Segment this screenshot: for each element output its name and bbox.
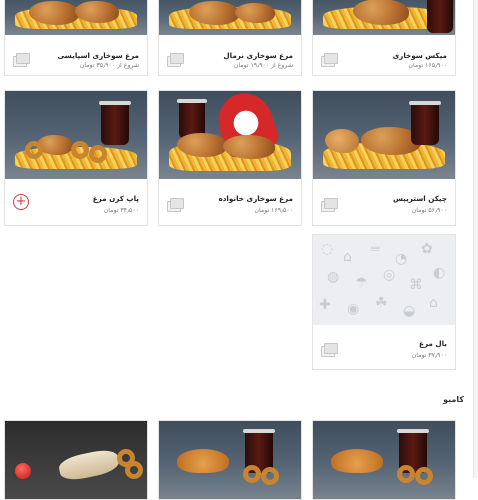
product-price: شروع از ۳۵٫۹۰۰ تومان <box>79 62 139 69</box>
page-scroll-edge <box>473 0 478 478</box>
add-to-cart-plus-icon[interactable]: + <box>13 194 29 210</box>
product-title: مرغ سوخاری خانواده <box>218 194 294 203</box>
image-placeholder-icon <box>13 53 30 67</box>
product-image <box>159 0 301 35</box>
product-price: ۳۴٫۵۰۰ تومان <box>103 207 139 214</box>
product-card-fried-chicken-normal[interactable]: مرغ سوخاری نرمال شروع از ۱۹٫۹۰۰ تومان <box>158 0 302 76</box>
product-image <box>5 91 147 179</box>
image-placeholder-icon <box>167 198 184 212</box>
product-placeholder-pattern: ◌ ⌂ ☕ ◔ ✿ ◍ ☂ ◎ ⌘ ◐ ✚ ◉ ☘ ◒ ⌂ <box>313 235 455 325</box>
product-card-combo-1[interactable] <box>4 420 148 500</box>
image-placeholder-icon <box>167 53 184 67</box>
image-placeholder-icon <box>321 198 338 212</box>
product-card-popcorn-chicken[interactable]: پاپ کرن مرغ ۳۴٫۵۰۰ تومان + <box>4 90 148 226</box>
product-image <box>5 421 147 499</box>
product-image <box>313 421 455 499</box>
product-image <box>5 0 147 35</box>
product-image <box>313 0 455 35</box>
image-placeholder-icon <box>321 53 338 67</box>
product-card-combo-2[interactable] <box>158 420 302 500</box>
product-image <box>159 421 301 499</box>
product-image <box>313 91 455 179</box>
product-card-chicken-wings[interactable]: ◌ ⌂ ☕ ◔ ✿ ◍ ☂ ◎ ⌘ ◐ ✚ ◉ ☘ ◒ ⌂ بال مرغ ۳۷٫۹۰۰ تو… <box>312 234 456 370</box>
image-placeholder-icon <box>321 343 338 357</box>
product-card-chicken-strips[interactable]: چیکن استریپس ۵۶٫۹۰۰ تومان <box>312 90 456 226</box>
product-card-combo-3[interactable] <box>312 420 456 500</box>
product-title: مرغ سوخاری اسپایسی <box>57 51 139 60</box>
product-price: ۱۶۵٫۹۰۰ تومان <box>408 62 447 69</box>
product-price: ۱۶۹٫۵۰۰ تومان <box>254 207 293 214</box>
product-card-family-fried-chicken[interactable]: مرغ سوخاری خانواده ۱۶۹٫۵۰۰ تومان <box>158 90 302 226</box>
product-title: مرغ سوخاری نرمال <box>223 51 293 60</box>
product-card-mix-fried[interactable]: میکس سوخاری ۱۶۵٫۹۰۰ تومان <box>312 0 456 76</box>
product-price: ۵۶٫۹۰۰ تومان <box>411 207 447 214</box>
product-title: میکس سوخاری <box>392 51 447 60</box>
product-title: پاپ کرن مرغ <box>92 194 139 203</box>
product-title: بال مرغ <box>419 339 447 348</box>
product-card-fried-chicken-spicy[interactable]: مرغ سوخاری اسپایسی شروع از ۳۵٫۹۰۰ تومان <box>4 0 148 76</box>
product-price: شروع از ۱۹٫۹۰۰ تومان <box>233 62 293 69</box>
product-price: ۳۷٫۹۰۰ تومان <box>411 352 447 359</box>
product-image <box>159 91 301 179</box>
product-title: چیکن استریپس <box>393 194 447 203</box>
section-title-combo: کامبو <box>443 395 464 404</box>
